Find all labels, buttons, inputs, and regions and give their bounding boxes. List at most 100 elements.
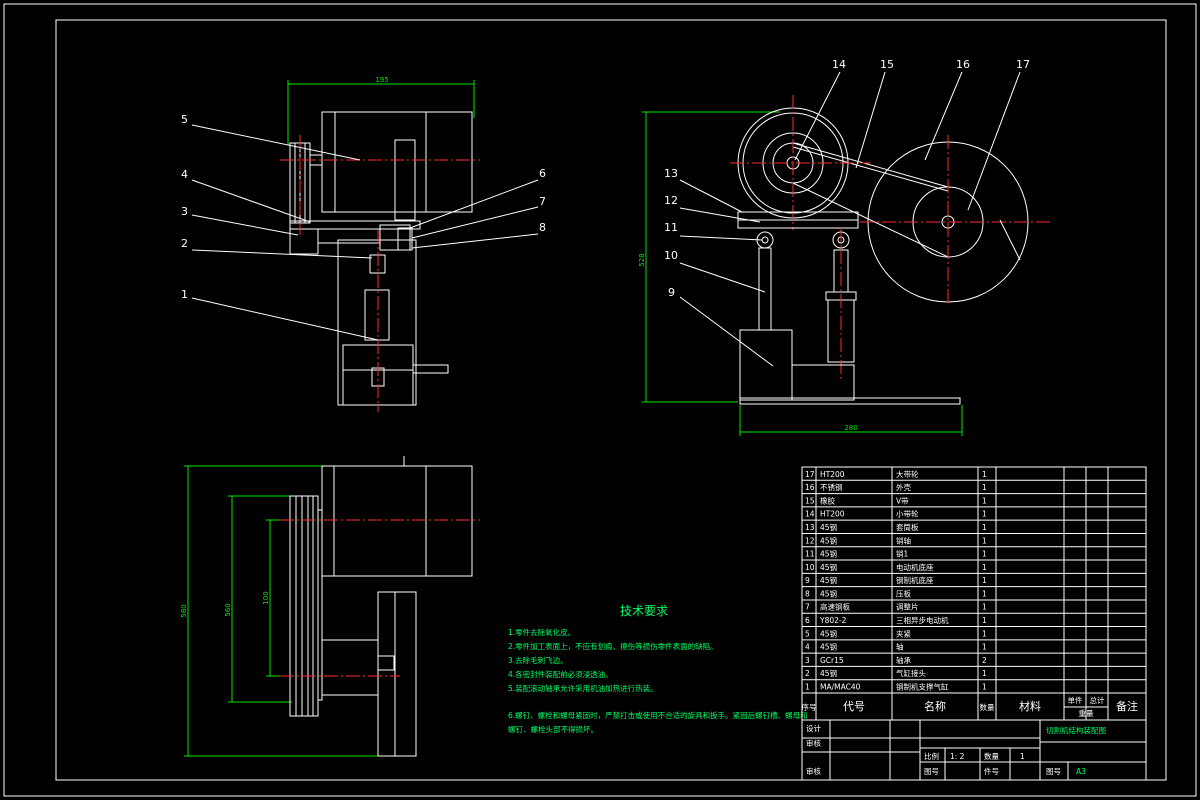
balloon-2: 2 [181,237,188,250]
bom-cell-no: 12 [805,536,815,545]
bom-cell-qty: 1 [982,589,987,598]
bom-cell-qty: 1 [982,616,987,625]
balloon-6: 6 [539,167,546,180]
bom-cell-code: 45钢 [820,535,837,545]
balloon-8: 8 [539,221,546,234]
bom-table: 17 HT200 大带轮 116 不锈钢 外壳 115 橡胶 V带 114 HT200 小带轮 113 4… [801,466,1147,781]
top-motor [321,465,473,577]
balloon-9: 9 [668,286,675,299]
top-frame [377,591,417,757]
bom-cell-name: 调整片 [896,602,919,612]
base-plate [739,397,961,405]
bom-cell-code: Y802-2 [819,616,847,625]
support-post [758,247,772,331]
bom-cell-no: 13 [805,523,815,532]
bom-cell-no: 4 [805,643,810,652]
drawing-title: 切割机结构装配图 [1046,725,1106,735]
bom-cell-qty: 1 [982,496,987,505]
bom-cell-name: 轴承 [896,655,911,665]
bom-cell-qty: 1 [982,536,987,545]
bom-header-no: 序号 [802,702,817,712]
top-view: 580 560 100 [180,456,480,757]
bom-cell-qty: 1 [982,470,987,479]
balloon-13: 13 [664,167,678,180]
top-pulley-stack [289,495,319,717]
bom-header-code: 代号 [843,700,865,713]
cad-drawing-sheet: 195 5 4 3 2 1 6 7 8 528 280 14 15 16 17 … [3,3,1197,797]
technical-requirements: 技术要求 1.零件去除氧化皮。 2.零件加工表面上，不应有划痕、擦伤等损伤零件表… [508,604,808,734]
bom-cell-qty: 1 [982,563,987,572]
bom-cell-name: 套筒板 [896,522,919,532]
bom-cell-code: 高速钢板 [820,602,850,612]
bom-header-name: 名称 [924,699,946,713]
bom-cell-code: HT200 [820,470,845,479]
bom-cell-qty: 1 [982,669,987,678]
bom-cell-name: 销1 [896,549,908,559]
bom-cell-qty: 1 [982,603,987,612]
bom-cell-name: 大带轮 [896,469,919,479]
balloon-11: 11 [664,221,678,234]
bom-cell-no: 8 [805,589,810,598]
dim-bottom-outer: 580 [180,604,188,617]
bom-cell-code: 45钢 [820,562,837,572]
bom-cell-qty: 1 [982,550,987,559]
bom-cell-name: 轴 [896,642,904,652]
bom-cell-no: 11 [805,550,815,559]
dim-bottom-mid: 560 [224,603,232,616]
bom-cell-no: 9 [805,576,810,585]
tb-check: 审核 [806,738,821,748]
dim-right-width: 280 [844,424,857,432]
bom-cell-qty: 1 [982,510,987,519]
bom-cell-no: 7 [805,603,810,612]
bom-cell-code: 45钢 [820,628,837,638]
bom-cell-name: 三相异步电动机 [896,615,949,625]
bom-cell-no: 3 [805,656,810,665]
dim-bottom-inner: 100 [262,591,270,604]
cylinder [364,289,390,341]
bom-cell-name: 销轴 [896,535,911,545]
bom-cell-no: 17 [805,470,815,479]
bom-cell-code: 45钢 [820,588,837,598]
balloon-7: 7 [539,195,546,208]
bom-cell-name: V带 [896,496,909,505]
bom-cell-qty: 2 [982,656,987,665]
tb-design: 设计 [806,723,821,733]
balloon-1: 1 [181,288,188,301]
tb-part-no-label: 件号 [984,766,999,776]
bom-cell-qty: 1 [982,523,987,532]
bom-cell-no: 6 [805,616,810,625]
balloon-16: 16 [956,58,970,71]
tech-title: 技术要求 [620,604,668,618]
bom-cell-qty: 1 [982,683,987,692]
cylinder-frame [337,239,417,406]
front-view: 195 5 4 3 2 1 6 7 8 [181,76,546,412]
bom-cell-code: 橡胶 [820,495,835,505]
motor-body [321,111,473,213]
bom-cell-no: 16 [805,483,815,492]
balloon-10: 10 [664,249,678,262]
bom-cell-no: 1 [805,683,810,692]
bom-cell-code: 45钢 [820,549,837,559]
bom-cell-no: 2 [805,669,810,678]
tech-note-5: 5.装配滚动轴承允许采用机油加热进行热装。 [508,683,658,693]
bom-header-qty: 数量 [980,702,995,712]
bom-header-remark: 备注 [1116,699,1138,713]
bom-cell-name: 压板 [896,588,911,598]
tb-scale-label: 比例 [924,751,939,761]
dim-right-height: 528 [638,253,646,266]
bom-cell-name: 钢制机支撑气缸 [896,682,949,692]
balloon-4: 4 [181,168,188,181]
balloon-3: 3 [181,205,188,218]
bom-header-weight: 重量 [1079,709,1095,718]
tb-qty-label: 数量 [984,751,999,761]
balloon-14: 14 [832,58,846,71]
bom-cell-code: HT200 [820,510,845,519]
tb-sheet-value: A3 [1076,767,1086,776]
tb-approve: 审核 [806,766,821,776]
tech-note-6: 6.螺钉、螺栓和螺母紧固时，严禁打击或使用不合适的旋具和扳手。紧固后螺钉槽、螺母… [508,710,808,720]
dim-top-width: 195 [375,76,388,84]
bom-header-total: 总计 [1090,695,1106,705]
tb-qty-value: 1 [1020,752,1025,761]
balloon-15: 15 [880,58,894,71]
tech-note-2: 2.零件加工表面上，不应有划痕、擦伤等损伤零件表面的缺陷。 [508,641,718,651]
